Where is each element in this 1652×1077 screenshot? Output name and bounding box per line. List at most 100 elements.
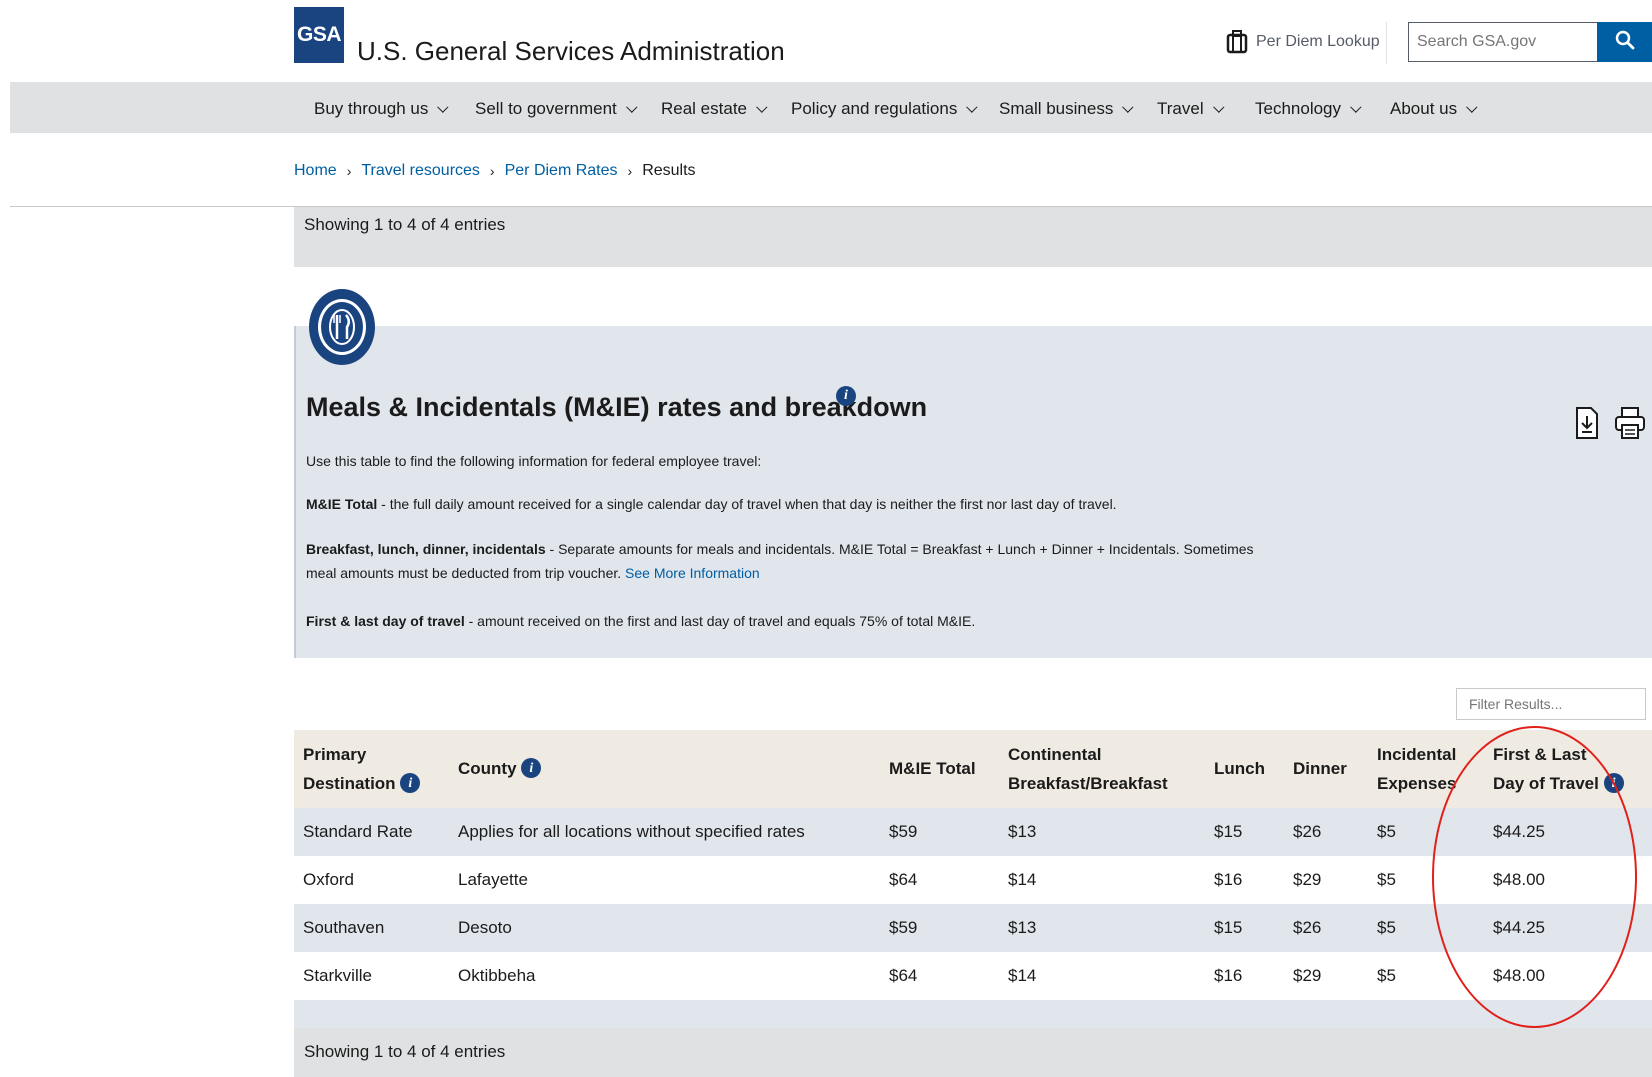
definition-text: - the full daily amount received for a s…	[377, 496, 1117, 512]
download-icon[interactable]	[1574, 406, 1600, 445]
table-row: Southaven Desoto $59 $13 $15 $26 $5 $44.…	[294, 904, 1652, 952]
breadcrumb-home[interactable]: Home	[294, 162, 337, 180]
breadcrumb: Home › Travel resources › Per Diem Rates…	[294, 162, 696, 180]
definition-term: M&IE Total	[306, 496, 378, 512]
chevron-down-icon	[1350, 101, 1362, 113]
cell-lunch: $16	[1214, 870, 1243, 889]
cell-destination: Starkville	[303, 966, 372, 985]
cell-mie-total: $59	[889, 822, 918, 841]
nav-technology[interactable]: Technology	[1255, 99, 1362, 119]
cell-breakfast: $14	[1008, 870, 1037, 889]
col-dinner[interactable]: Dinner	[1293, 754, 1347, 783]
header-label: County	[458, 759, 517, 778]
entries-text: Showing 1 to 4 of 4 entries	[304, 215, 506, 234]
col-primary-destination[interactable]: Primary Destination i	[303, 740, 421, 798]
cell-first-last: $48.00	[1493, 966, 1545, 985]
cell-lunch: $15	[1214, 822, 1243, 841]
nav-small-business[interactable]: Small business	[999, 99, 1134, 119]
header-label: Incidental	[1377, 745, 1457, 764]
header-label: Destination	[303, 774, 396, 793]
table-footer-spacer	[294, 1000, 1652, 1028]
table-header: Primary Destination i County i M&IE Tota…	[294, 730, 1652, 808]
nav-about-us[interactable]: About us	[1390, 99, 1478, 119]
nav-buy-through-us[interactable]: Buy through us	[314, 99, 449, 119]
col-first-last-day[interactable]: First & Last Day of Travel i	[1493, 740, 1624, 798]
table-row: Oxford Lafayette $64 $14 $16 $29 $5 $48.…	[294, 856, 1652, 904]
cell-mie-total: $64	[889, 870, 918, 889]
cell-destination: Southaven	[303, 918, 385, 937]
cell-dinner: $29	[1293, 966, 1322, 985]
cell-lunch: $15	[1214, 918, 1243, 937]
cell-destination: Oxford	[303, 870, 355, 889]
cell-incidental: $5	[1377, 966, 1396, 985]
header-label: Breakfast/Breakfast	[1008, 774, 1168, 793]
panel-title: Meals & Incidentals (M&IE) rates and bre…	[306, 392, 928, 422]
info-icon[interactable]: i	[521, 758, 542, 779]
site-title[interactable]: U.S. General Services Administration	[357, 36, 785, 67]
main-navigation: Buy through us Sell to government Real e…	[10, 82, 1652, 133]
header-divider	[1386, 22, 1387, 64]
luggage-icon	[1226, 30, 1248, 54]
search-button[interactable]	[1597, 22, 1652, 62]
cell-breakfast: $13	[1008, 918, 1037, 937]
info-icon[interactable]: i	[1603, 773, 1624, 794]
header-label: Dinner	[1293, 759, 1347, 778]
per-diem-lookup-label: Per Diem Lookup	[1256, 33, 1380, 50]
header-label: Expenses	[1377, 774, 1457, 793]
cell-incidental: $5	[1377, 918, 1396, 937]
cell-county: Applies for all locations without specif…	[458, 822, 805, 841]
nav-label: Real estate	[661, 99, 747, 118]
definition-text: - amount received on the first and last …	[464, 613, 976, 629]
cell-mie-total: $59	[889, 918, 918, 937]
nav-label: Travel	[1157, 99, 1204, 118]
breadcrumb-separator: ›	[489, 163, 495, 179]
cell-county: Oktibbeha	[458, 966, 536, 985]
info-icon[interactable]: i	[836, 386, 856, 406]
cell-mie-total: $64	[889, 966, 918, 985]
nav-policy-and-regulations[interactable]: Policy and regulations	[791, 99, 978, 119]
per-diem-lookup-link[interactable]: Per Diem Lookup	[1226, 30, 1380, 54]
nav-label: About us	[1390, 99, 1458, 118]
header-label: Primary	[303, 745, 367, 764]
cell-dinner: $29	[1293, 870, 1322, 889]
gsa-logo[interactable]: GSA	[294, 7, 344, 63]
printer-icon[interactable]	[1614, 406, 1646, 445]
see-more-information-link[interactable]: See More Information	[625, 565, 760, 581]
header-label: Continental	[1008, 745, 1102, 764]
breadcrumb-current: Results	[642, 162, 696, 179]
table-row: Starkville Oktibbeha $64 $14 $16 $29 $5 …	[294, 952, 1652, 1000]
chevron-down-icon	[625, 101, 638, 113]
chevron-down-icon	[1466, 101, 1478, 113]
breadcrumb-travel-resources[interactable]: Travel resources	[361, 162, 480, 180]
panel-intro: Use this table to find the following inf…	[306, 453, 762, 469]
cell-breakfast: $14	[1008, 966, 1037, 985]
nav-real-estate[interactable]: Real estate	[661, 99, 768, 119]
breadcrumb-per-diem-rates[interactable]: Per Diem Rates	[505, 162, 618, 180]
nav-label: Technology	[1255, 99, 1342, 118]
col-incidental-expenses[interactable]: Incidental Expenses	[1377, 740, 1456, 798]
filter-results-input[interactable]	[1456, 688, 1646, 720]
col-mie-total[interactable]: M&IE Total	[889, 754, 976, 783]
definition-term: First & last day of travel	[306, 613, 465, 629]
entries-info-bottom: Showing 1 to 4 of 4 entries	[294, 1028, 1652, 1077]
chevron-down-icon	[966, 101, 978, 113]
nav-travel[interactable]: Travel	[1157, 99, 1225, 119]
magnifier-icon	[1615, 30, 1635, 55]
cell-breakfast: $13	[1008, 822, 1037, 841]
chevron-down-icon	[1122, 101, 1134, 113]
info-icon[interactable]: i	[400, 773, 421, 794]
col-county[interactable]: County i	[458, 754, 542, 783]
col-lunch[interactable]: Lunch	[1214, 754, 1265, 783]
search-input[interactable]	[1408, 22, 1598, 62]
cell-incidental: $5	[1377, 870, 1396, 889]
chevron-down-icon	[1212, 101, 1225, 113]
col-breakfast[interactable]: Continental Breakfast/Breakfast	[1008, 740, 1168, 798]
nav-sell-to-government[interactable]: Sell to government	[475, 99, 638, 119]
entries-text: Showing 1 to 4 of 4 entries	[304, 1042, 506, 1061]
cell-destination: Standard Rate	[303, 822, 413, 841]
first-last-definition: First & last day of travel - amount rece…	[306, 609, 1266, 633]
nav-label: Small business	[999, 99, 1114, 118]
cell-dinner: $26	[1293, 822, 1322, 841]
cell-incidental: $5	[1377, 822, 1396, 841]
cell-first-last: $48.00	[1493, 870, 1545, 889]
